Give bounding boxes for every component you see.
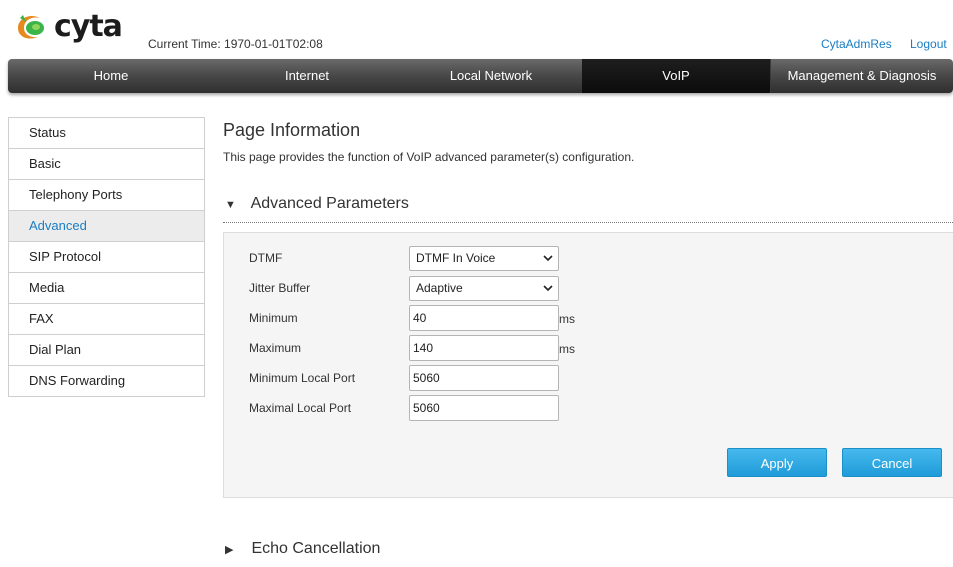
- advanced-parameters-header[interactable]: ▼ Advanced Parameters: [225, 195, 409, 213]
- maximal-local-port-input[interactable]: 5060: [409, 395, 559, 421]
- sidebar-item-dial-plan[interactable]: Dial Plan: [9, 335, 204, 366]
- nav-home[interactable]: Home: [8, 59, 214, 93]
- sidebar-item-media[interactable]: Media: [9, 273, 204, 304]
- cyta-logo: cyta: [14, 10, 123, 48]
- page-description: This page provides the function of VoIP …: [223, 150, 635, 164]
- minimum-local-port-label: Minimum Local Port: [249, 371, 356, 385]
- dtmf-value: DTMF In Voice: [416, 251, 496, 265]
- jitter-buffer-label: Jitter Buffer: [249, 281, 311, 295]
- minimum-local-port-input[interactable]: 5060: [409, 365, 559, 391]
- sidebar-item-status[interactable]: Status: [9, 118, 204, 149]
- section-divider: [223, 222, 953, 223]
- cancel-button[interactable]: Cancel: [842, 448, 942, 477]
- advanced-parameters-title: Advanced Parameters: [250, 195, 409, 212]
- maximum-unit: ms: [559, 342, 575, 356]
- sidebar-item-telephony-ports[interactable]: Telephony Ports: [9, 180, 204, 211]
- maximal-local-port-label: Maximal Local Port: [249, 401, 352, 415]
- chevron-down-icon: [543, 247, 553, 279]
- apply-button[interactable]: Apply: [727, 448, 827, 477]
- brand-name: cyta: [54, 9, 123, 44]
- sidebar-item-basic[interactable]: Basic: [9, 149, 204, 180]
- sidebar-item-sip-protocol[interactable]: SIP Protocol: [9, 242, 204, 273]
- nav-internet[interactable]: Internet: [214, 59, 400, 93]
- triangle-down-icon: ▼: [225, 199, 236, 211]
- sidebar-item-advanced[interactable]: Advanced: [9, 211, 204, 242]
- maximum-input[interactable]: 140: [409, 335, 559, 361]
- sidebar-item-fax[interactable]: FAX: [9, 304, 204, 335]
- nav-voip[interactable]: VoIP: [582, 59, 770, 93]
- jitter-buffer-value: Adaptive: [416, 281, 463, 295]
- minimum-label: Minimum: [249, 311, 298, 325]
- nav-local-network[interactable]: Local Network: [400, 59, 582, 93]
- minimum-unit: ms: [559, 312, 575, 326]
- current-time: Current Time: 1970-01-01T02:08: [148, 37, 323, 51]
- cyta-logo-mark: [18, 15, 44, 39]
- minimum-input[interactable]: 40: [409, 305, 559, 331]
- page-title: Page Information: [223, 120, 361, 140]
- main-nav: Home Internet Local Network VoIP Managem…: [8, 59, 953, 93]
- current-time-label: Current Time:: [148, 37, 221, 51]
- dtmf-label: DTMF: [249, 251, 283, 265]
- dtmf-select[interactable]: DTMF In Voice: [409, 246, 559, 271]
- jitter-buffer-select[interactable]: Adaptive: [409, 276, 559, 301]
- echo-cancellation-title: Echo Cancellation: [251, 540, 381, 557]
- sidebar: Status Basic Telephony Ports Advanced SI…: [8, 117, 205, 397]
- sidebar-item-dns-forwarding[interactable]: DNS Forwarding: [9, 366, 204, 397]
- triangle-right-icon: ▶: [225, 544, 234, 556]
- maximum-label: Maximum: [249, 341, 302, 355]
- nav-management-diagnosis[interactable]: Management & Diagnosis: [770, 59, 953, 93]
- user-link[interactable]: CytaAdmRes: [821, 37, 892, 51]
- current-time-value: 1970-01-01T02:08: [224, 37, 323, 51]
- logout-link[interactable]: Logout: [910, 37, 947, 51]
- echo-cancellation-header[interactable]: ▶ Echo Cancellation: [225, 540, 380, 558]
